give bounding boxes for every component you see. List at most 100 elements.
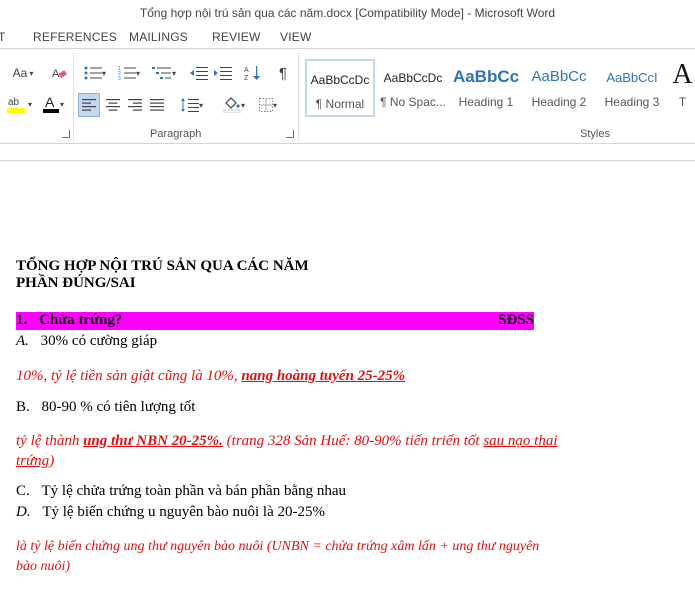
tab-view[interactable]: VIEW: [280, 30, 311, 44]
answer-letter: D.: [16, 504, 31, 520]
borders-icon: [258, 98, 273, 112]
style-name: Heading 1: [458, 95, 514, 109]
change-case-label: Aa: [12, 66, 28, 80]
svg-text:ab: ab: [8, 97, 20, 108]
ribbon-tabs: T REFERENCES MAILINGS REVIEW VIEW: [0, 26, 695, 48]
tab-references[interactable]: REFERENCES: [33, 30, 117, 44]
answer-b: B. 80-90 % có tiên lượng tốt: [16, 399, 195, 416]
justify-button[interactable]: [146, 93, 168, 117]
ribbon: Aa ▾ A ab ▾ A ▾ ▾ 123 ▾ ▾ AZ ¶ ▾ ▾ ▾ Par…: [0, 48, 695, 144]
borders-button[interactable]: ▾: [252, 93, 284, 117]
font-dialog-launcher[interactable]: [62, 130, 70, 138]
style-sample: AaBbCc: [531, 68, 587, 85]
sort-button[interactable]: AZ: [242, 63, 264, 83]
svg-text:A: A: [45, 94, 55, 110]
paragraph-dialog-launcher[interactable]: [286, 130, 294, 138]
bullets-button[interactable]: ▾: [80, 63, 110, 83]
increase-indent-button[interactable]: [212, 63, 234, 83]
decrease-indent-button[interactable]: [188, 63, 210, 83]
answer-b-note: tỷ lệ thành ung thư NBN 20-25%. (trang 3…: [16, 433, 558, 450]
style-name: T: [678, 95, 687, 109]
align-left-icon: [82, 99, 96, 111]
answer-letter: A.: [16, 333, 29, 349]
style-heading-1[interactable]: AaBbCc Heading 1: [451, 59, 521, 117]
multilevel-list-icon: [151, 67, 171, 79]
group-separator: [298, 53, 299, 141]
svg-text:A: A: [244, 67, 249, 74]
chevron-down-icon: ▾: [101, 68, 106, 78]
window-title: Tổng hợp nội trú sản qua các năm.docx [C…: [0, 0, 695, 26]
chevron-down-icon: ▾: [135, 68, 140, 78]
show-marks-button[interactable]: ¶: [272, 63, 294, 83]
answer-text: 30% có cường giáp: [40, 333, 158, 349]
justify-icon: [150, 99, 164, 111]
chevron-down-icon: ▾: [272, 100, 277, 110]
align-right-icon: [128, 99, 142, 111]
style-name: ¶ No Spac...: [380, 95, 446, 109]
note-emphasis: nang hoàng tuyến 25-25%: [241, 368, 406, 384]
font-color-button[interactable]: A ▾: [38, 93, 68, 115]
paint-bucket-icon: [223, 97, 241, 113]
note-text: (trang 328 Sản Huế: 80-90% tiến triển tố…: [222, 433, 484, 449]
align-center-icon: [106, 99, 120, 111]
document-page[interactable]: TỔNG HỢP NỘI TRÚ SẢN QUA CÁC NĂM PHẦN ĐÚ…: [0, 162, 695, 605]
eraser-icon: A: [52, 68, 67, 80]
change-case-button[interactable]: Aa ▾: [6, 63, 40, 83]
style-sample: AaBbCc: [452, 67, 520, 86]
tab-mailings[interactable]: MAILINGS: [129, 30, 188, 44]
style-title[interactable]: A T: [670, 59, 695, 117]
note-text: tỷ lệ thành: [16, 433, 84, 449]
style-sample: AaBbCcDc: [383, 71, 443, 85]
note-underline: sau nạo thai: [483, 433, 558, 449]
answer-text: Tỷ lệ biến chứng u nguyên bào nuôi là 20…: [42, 504, 325, 520]
doc-subtitle: PHẦN ĐÚNG/SAI: [16, 275, 136, 291]
paragraph-group-label: Paragraph: [150, 128, 202, 140]
style-heading-3[interactable]: AaBbCcI Heading 3: [597, 59, 667, 117]
shading-button[interactable]: ▾: [218, 93, 250, 117]
align-right-button[interactable]: [124, 93, 146, 117]
answer-b-note-cont: trứng): [16, 453, 54, 470]
svg-text:3: 3: [118, 76, 121, 80]
decrease-indent-icon: [190, 67, 208, 80]
answer-d-note-cont: bào nuôi): [16, 559, 71, 574]
style-name: Heading 3: [604, 95, 660, 109]
answer-d: D. Tỷ lệ biến chứng u nguyên bào nuôi là…: [16, 504, 325, 521]
tab-partial[interactable]: T: [0, 30, 6, 44]
clear-formatting-button[interactable]: A: [48, 63, 70, 83]
note-underline: trứng: [16, 453, 50, 469]
increase-indent-icon: [214, 67, 232, 80]
chevron-down-icon: ▾: [59, 99, 64, 109]
chevron-down-icon: ▾: [29, 68, 34, 78]
style-sample: AaBbCcI: [606, 70, 658, 85]
question-text: Chửa trứng?: [39, 312, 123, 328]
line-spacing-button[interactable]: ▾: [176, 93, 208, 117]
answer-text: Tỷ lệ chửa trứng toàn phần và bán phần b…: [41, 483, 347, 499]
answer-letter: B.: [16, 399, 30, 415]
style-heading-2[interactable]: AaBbCc Heading 2: [524, 59, 594, 117]
answer-text: 80-90 % có tiên lượng tốt: [41, 399, 196, 415]
style-no-spacing[interactable]: AaBbCcDc ¶ No Spac...: [378, 59, 448, 117]
numbering-icon: 123: [118, 66, 136, 80]
tab-review[interactable]: REVIEW: [212, 30, 261, 44]
svg-text:Z: Z: [244, 75, 249, 81]
question-tag: SĐSS: [498, 312, 534, 328]
chevron-down-icon: ▾: [240, 100, 245, 110]
font-color-icon: A: [42, 94, 59, 113]
bullets-icon: [84, 66, 102, 80]
styles-group-label: Styles: [580, 128, 610, 140]
doc-title: TỔNG HỢP NỘI TRÚ SẢN QUA CÁC NĂM: [16, 258, 309, 274]
answer-letter: C.: [16, 483, 30, 499]
style-sample: AaBbCcDc: [310, 73, 370, 87]
text-highlight-button[interactable]: ab ▾: [4, 93, 34, 115]
answer-a: A. 30% có cường giáp: [16, 333, 157, 350]
chevron-down-icon: ▾: [171, 68, 176, 78]
multilevel-list-button[interactable]: ▾: [148, 63, 180, 83]
style-normal[interactable]: AaBbCcDc ¶ Normal: [305, 59, 375, 117]
align-center-button[interactable]: [102, 93, 124, 117]
numbering-button[interactable]: 123 ▾: [114, 63, 144, 83]
answer-a-note: 10%, tỷ lệ tiền sản giật cũng là 10%, na…: [16, 368, 405, 385]
style-name: Heading 2: [531, 95, 587, 109]
note-text: 10%, tỷ lệ tiền sản giật cũng là 10%,: [16, 368, 242, 384]
align-left-button[interactable]: [78, 93, 100, 117]
line-spacing-icon: [180, 98, 199, 112]
